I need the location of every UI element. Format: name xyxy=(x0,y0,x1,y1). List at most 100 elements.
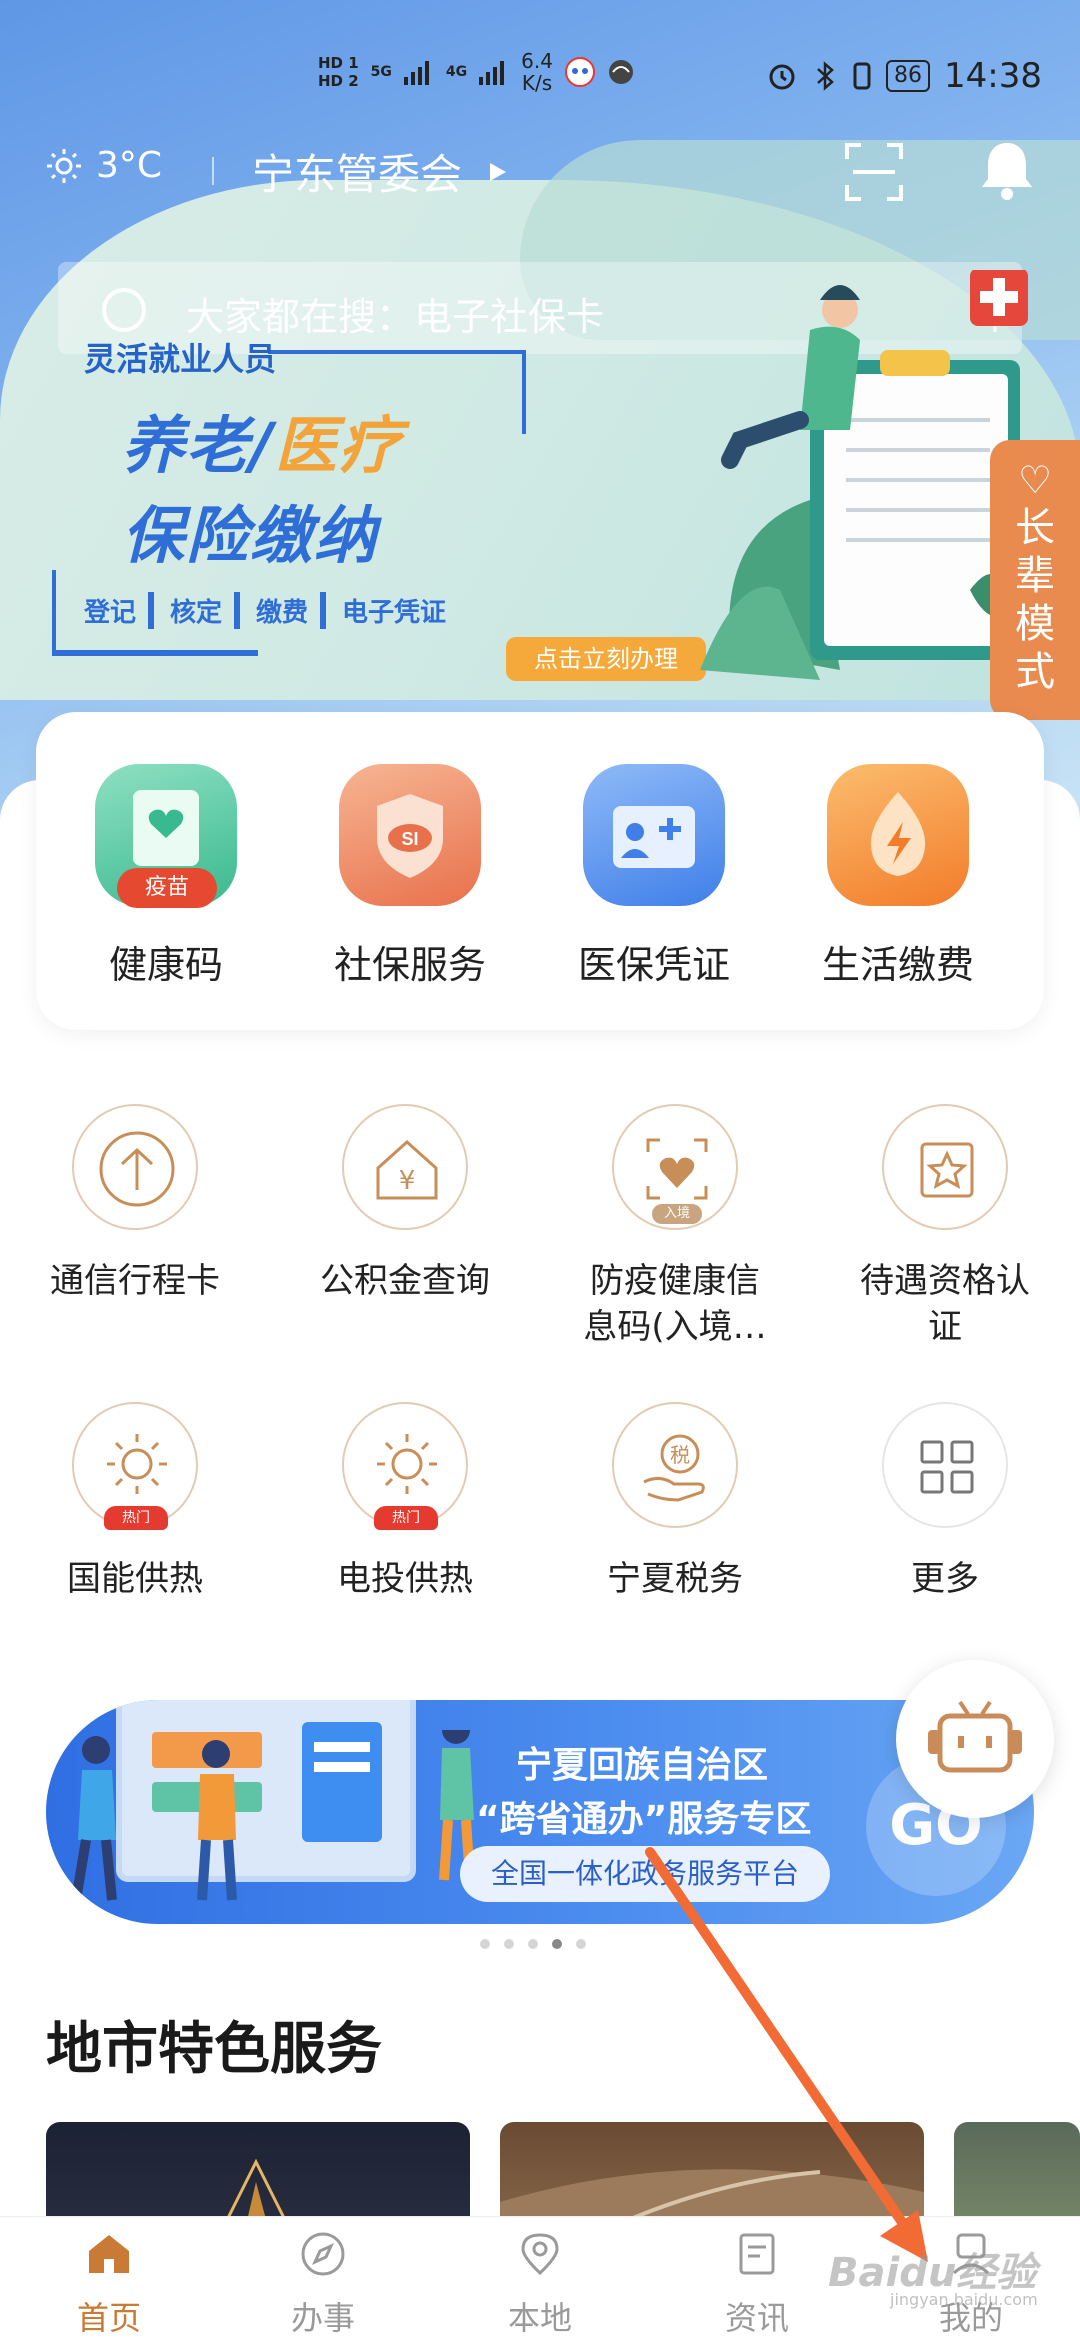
baidu-watermark-url: jingyan.baidu.com xyxy=(890,2290,1038,2309)
status-right: 86 14:38 xyxy=(766,56,1042,96)
svg-text:SI: SI xyxy=(401,829,418,849)
carousel-dot[interactable] xyxy=(480,1939,490,1949)
nav-home[interactable]: 首页 xyxy=(34,2229,184,2339)
section-title: 地市特色服务 xyxy=(46,2017,382,2082)
weather-widget[interactable]: 3°C xyxy=(46,145,162,186)
status-left: HD 1 HD 2 5G 4G 6.4 K/s xyxy=(318,50,635,94)
nav-news[interactable]: 资讯 xyxy=(682,2229,832,2339)
service-travel-card[interactable]: 通信行程卡 xyxy=(10,1104,260,1304)
service-label: 公积金查询 xyxy=(320,1261,490,1301)
sun-heat-icon: 热门 xyxy=(342,1402,468,1530)
hot-badge: 热门 xyxy=(104,1506,168,1530)
house-icon: ¥ xyxy=(342,1104,468,1230)
hero-area: HD 1 HD 2 5G 4G 6.4 K/s 86 14:38 3°C 宁东管… xyxy=(0,0,1080,820)
robot-app-icon xyxy=(564,57,595,87)
cross-province-banner[interactable]: 宁夏回族自治区 “跨省通办”服务专区 全国一体化政务服务平台 GO xyxy=(46,1700,1034,1924)
header-divider xyxy=(212,157,214,185)
hd1-label: HD 1 xyxy=(318,54,359,72)
shield-icon: SI xyxy=(377,794,443,878)
quick-service-health-code[interactable]: 疫苗 健康码 xyxy=(46,764,286,989)
play-arrow-icon xyxy=(490,162,507,181)
top-bar: 3°C 宁东管委会 xyxy=(0,135,1080,205)
battery-level: 86 xyxy=(886,60,931,92)
search-icon xyxy=(102,288,146,332)
service-diantou-heating[interactable]: 热门 电投供热 xyxy=(280,1402,530,1602)
quick-service-label: 健康码 xyxy=(108,943,223,987)
entry-badge: 入境 xyxy=(652,1204,702,1224)
sun-heat-icon: 热门 xyxy=(72,1402,198,1530)
nav-label: 资讯 xyxy=(724,2299,789,2337)
service-housing-fund[interactable]: ¥ 公积金查询 xyxy=(280,1104,530,1304)
quick-service-label: 生活缴费 xyxy=(821,943,974,987)
upload-arrow-icon xyxy=(72,1104,198,1230)
network-4g-label: 4G xyxy=(445,64,468,80)
location-icon xyxy=(521,2233,559,2276)
status-bar: HD 1 HD 2 5G 4G 6.4 K/s 86 14:38 xyxy=(0,40,1080,110)
carousel-dot[interactable] xyxy=(504,1939,514,1949)
hd-indicators: HD 1 HD 2 xyxy=(318,54,359,90)
service-guoneng-heating[interactable]: 热门 国能供热 xyxy=(10,1402,260,1602)
bell-icon[interactable] xyxy=(978,139,1036,201)
lightning-icon xyxy=(870,792,926,876)
service-label: 通信行程卡 xyxy=(50,1261,220,1301)
bluetooth-icon xyxy=(817,61,834,91)
location-name: 宁东管委会 xyxy=(252,150,463,199)
promo-platform-pill: 全国一体化政务服务平台 xyxy=(460,1846,830,1902)
promo-people-illustration xyxy=(71,1730,475,1901)
location-selector[interactable]: 宁东管委会 xyxy=(252,141,508,202)
service-ningxia-tax[interactable]: 税 宁夏税务 xyxy=(550,1402,800,1602)
svg-text:¥: ¥ xyxy=(399,1166,416,1196)
quick-service-utility-payment[interactable]: 生活缴费 xyxy=(778,764,1018,989)
signal-icon-2 xyxy=(479,61,505,85)
utility-payment-icon xyxy=(827,764,969,906)
carousel-dot[interactable] xyxy=(528,1939,538,1949)
banner-headline-1: 养老/医疗 xyxy=(122,395,403,485)
star-certificate-icon xyxy=(882,1104,1008,1230)
quick-services-card: 疫苗 健康码 SI 社保服务 医保凭证 生活缴费 xyxy=(36,712,1044,1030)
elder-mode-tab[interactable]: ♡ 长辈模式 xyxy=(990,440,1080,720)
service-benefit-qualification[interactable]: 待遇资格认 证 xyxy=(820,1104,1070,1350)
tax-icon-text: 税 xyxy=(670,1443,690,1467)
browser-app-icon xyxy=(608,60,633,84)
banner-steps: 登记 核定 缴费 电子凭证 xyxy=(84,592,458,629)
compass-icon xyxy=(301,2232,345,2276)
promo-title: 宁夏回族自治区 xyxy=(516,1745,769,1786)
assistant-robot-button[interactable] xyxy=(896,1660,1054,1818)
service-label: 电投供热 xyxy=(337,1559,473,1599)
banner-step: 登记 xyxy=(84,592,155,629)
tax-icon: 税 xyxy=(612,1402,738,1528)
hot-badge: 热门 xyxy=(374,1506,438,1530)
scan-icon[interactable] xyxy=(845,143,903,201)
banner-illustration xyxy=(700,270,1028,680)
service-label: 更多 xyxy=(911,1559,979,1599)
banner-headline-1a: 养老/ xyxy=(122,409,275,482)
signal-icon xyxy=(403,61,429,85)
network-speed: 6.4 K/s xyxy=(521,50,553,94)
clock: 14:38 xyxy=(944,56,1042,96)
speed-value: 6.4 xyxy=(521,49,553,73)
banner-tag: 灵活就业人员 xyxy=(84,340,277,378)
alarm-icon xyxy=(769,64,795,90)
service-more[interactable]: 更多 xyxy=(820,1402,1070,1602)
quick-service-social-security[interactable]: SI 社保服务 xyxy=(290,764,530,989)
elder-mode-label: 长辈模式 xyxy=(1015,505,1055,695)
carousel-dot-active[interactable] xyxy=(552,1939,562,1949)
service-health-info-code[interactable]: 入境 防疫健康信 息码(入境… xyxy=(550,1104,800,1350)
vaccine-badge: 疫苗 xyxy=(117,868,217,908)
banner-step: 缴费 xyxy=(256,592,327,629)
temperature: 3°C xyxy=(96,145,163,186)
banner-cta-button[interactable]: 点击立刻办理 xyxy=(506,637,706,681)
banner-headline-2: 保险缴纳 xyxy=(122,499,379,572)
news-icon xyxy=(739,2233,775,2275)
nav-local[interactable]: 本地 xyxy=(465,2229,615,2339)
quick-service-label: 医保凭证 xyxy=(577,943,730,987)
nav-label: 本地 xyxy=(507,2299,572,2337)
nav-label: 办事 xyxy=(290,2299,355,2337)
carousel-dot[interactable] xyxy=(576,1939,586,1949)
service-label: 防疫健康信 息码(入境… xyxy=(583,1261,767,1347)
banner-step: 核定 xyxy=(170,592,241,629)
quick-service-medical-insurance[interactable]: 医保凭证 xyxy=(534,764,774,989)
grid-icon xyxy=(882,1402,1008,1528)
hd2-label: HD 2 xyxy=(318,72,359,90)
nav-services[interactable]: 办事 xyxy=(248,2229,398,2339)
